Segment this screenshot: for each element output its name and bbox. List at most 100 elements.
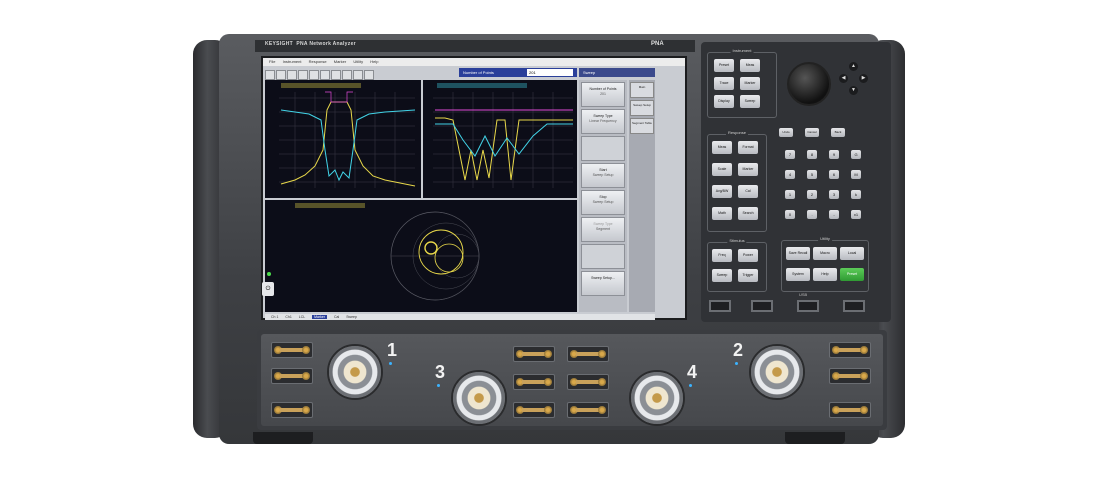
key-help[interactable]: Help [813,268,837,281]
jumper-link[interactable] [567,402,609,418]
key-marker[interactable]: Marker [740,77,760,90]
entry-value-field[interactable]: 201 [527,69,573,76]
key-search[interactable]: Search [738,207,758,220]
arrow-up-icon[interactable]: ▲ [849,62,858,71]
menu-utility[interactable]: Utility [353,59,363,64]
key-system[interactable]: System [786,268,810,281]
display-screen[interactable]: File Instrument Response Marker Utility … [261,56,687,320]
toolbar-button[interactable] [364,70,374,80]
key-0[interactable]: 0 [785,210,795,219]
tab-segment-table[interactable]: Segment Table [630,118,654,134]
key-resp-marker[interactable]: Marker [738,163,758,176]
test-port-3-connector[interactable] [451,370,507,426]
key-power[interactable]: Power [738,249,758,262]
jumper-link[interactable] [567,374,609,390]
softkey-sweep-setup[interactable]: Sweep Setup... [581,271,625,296]
softkey-number-of-points[interactable]: Number of Points 201 [581,82,625,107]
smith-chart-window[interactable] [265,200,577,312]
key-cal[interactable]: Cal [738,185,758,198]
menu-response[interactable]: Response [309,59,327,64]
key-preset-green[interactable]: Preset [840,268,864,281]
jumper-link[interactable] [271,402,313,418]
power-button[interactable]: ⏻ [262,282,274,296]
key-format[interactable]: Format [738,141,758,154]
toolbar-button[interactable] [309,70,319,80]
test-port-4-connector[interactable] [629,370,685,426]
key-dot[interactable]: . [807,210,817,219]
usb-port[interactable] [709,300,731,312]
toolbar-button[interactable] [342,70,352,80]
tab-main[interactable]: Main [630,82,654,98]
key-8[interactable]: 8 [807,150,817,159]
toolbar-button[interactable] [320,70,330,80]
tab-sweep-setup[interactable]: Sweep Setup [630,100,654,116]
key-resp-meas[interactable]: Meas [712,141,732,154]
menu-help[interactable]: Help [370,59,378,64]
toolbar-button[interactable] [353,70,363,80]
menu-instrument[interactable]: Instrument [283,59,302,64]
jumper-link[interactable] [829,368,871,384]
usb-port[interactable] [797,300,819,312]
key-save-recall[interactable]: Save Recall [786,247,810,260]
toolbar-button[interactable] [331,70,341,80]
softkey-sweep-type[interactable]: Sweep Type Linear Frequency [581,109,625,134]
menu-file[interactable]: File [269,59,275,64]
key-back[interactable]: Back [831,128,845,137]
key-m[interactable]: M [851,170,861,179]
key-macro[interactable]: Macro [813,247,837,260]
key-x1[interactable]: x1 [851,210,861,219]
toolbar-button[interactable] [287,70,297,80]
key-4[interactable]: 4 [785,170,795,179]
key-cancel[interactable]: Cancel [805,128,819,137]
key-math[interactable]: Math [712,207,732,220]
usb-port[interactable] [751,300,773,312]
key-avg-bw[interactable]: Avg/BW [712,185,732,198]
jumper-link[interactable] [829,402,871,418]
softkey-blank[interactable] [581,136,625,161]
key-9[interactable]: 9 [829,150,839,159]
key-1[interactable]: 1 [785,190,795,199]
key-minus[interactable]: - [829,210,839,219]
key-5[interactable]: 5 [807,170,817,179]
trace-window-2[interactable] [423,80,577,198]
key-scale[interactable]: Scale [712,163,732,176]
jumper-link[interactable] [829,342,871,358]
key-freq[interactable]: Freq [712,249,732,262]
jumper-link[interactable] [567,346,609,362]
arrow-left-icon[interactable]: ◀ [839,74,848,83]
softkey-blank[interactable] [581,244,625,269]
key-sweep[interactable]: Sweep [740,95,760,108]
softkey-stop[interactable]: Stop Sweep Setup [581,190,625,215]
jumper-link[interactable] [513,346,555,362]
jumper-link[interactable] [513,402,555,418]
key-display[interactable]: Display [714,95,734,108]
jumper-link[interactable] [271,342,313,358]
key-2[interactable]: 2 [807,190,817,199]
key-trace[interactable]: Trace [714,77,734,90]
key-trigger[interactable]: Trigger [738,269,758,282]
toolbar-button[interactable] [276,70,286,80]
softkey-segment[interactable]: Sweep Type Segment [581,217,625,242]
trace-window-1[interactable] [265,80,421,198]
jumper-link[interactable] [513,374,555,390]
softkey-start[interactable]: Start Sweep Setup [581,163,625,188]
test-port-1-connector[interactable] [327,344,383,400]
usb-port[interactable] [843,300,865,312]
key-meas[interactable]: Meas [740,59,760,72]
key-stim-sweep[interactable]: Sweep [712,269,732,282]
key-6[interactable]: 6 [829,170,839,179]
arrow-down-icon[interactable]: ▼ [849,86,858,95]
key-undo[interactable]: Undo [779,128,793,137]
key-local[interactable]: Local [840,247,864,260]
key-3[interactable]: 3 [829,190,839,199]
jumper-link[interactable] [271,368,313,384]
key-7[interactable]: 7 [785,150,795,159]
toolbar-button[interactable] [298,70,308,80]
key-k[interactable]: k [851,190,861,199]
key-g[interactable]: G [851,150,861,159]
key-preset[interactable]: Preset [714,59,734,72]
arrow-right-icon[interactable]: ▶ [859,74,868,83]
toolbar-button[interactable] [265,70,275,80]
menu-marker[interactable]: Marker [334,59,346,64]
rotary-knob[interactable] [787,62,831,106]
